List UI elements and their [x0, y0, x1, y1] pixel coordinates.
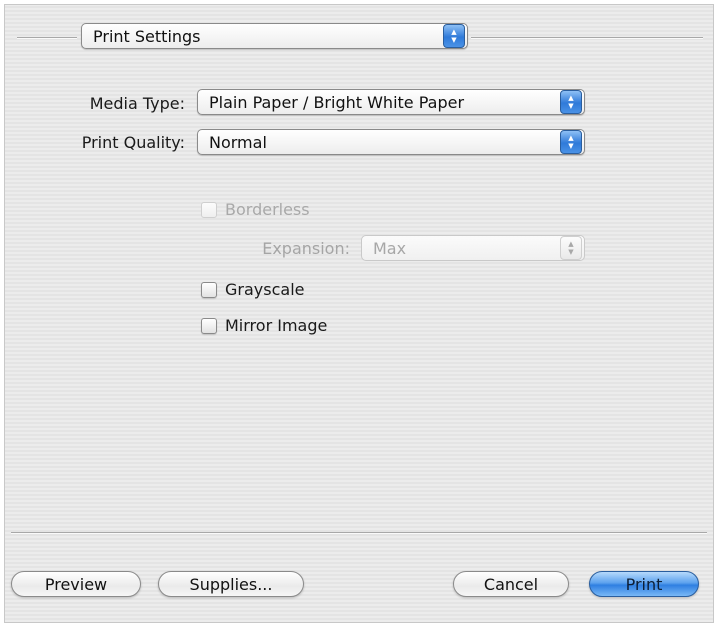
header-divider-right — [471, 37, 703, 39]
grayscale-label: Grayscale — [225, 280, 305, 299]
cancel-button[interactable]: Cancel — [453, 571, 569, 597]
section-popup-value: Print Settings — [93, 26, 201, 46]
media-type-value: Plain Paper / Bright White Paper — [209, 92, 465, 112]
supplies-button[interactable]: Supplies... — [158, 571, 304, 597]
popup-arrows-icon: ▲ ▼ — [560, 130, 582, 154]
popup-arrows-icon: ▲ ▼ — [560, 90, 582, 114]
media-type-label: Media Type: — [89, 94, 185, 113]
borderless-option[interactable]: Borderless — [201, 200, 310, 219]
mirror-image-label: Mirror Image — [225, 316, 328, 335]
mirror-image-checkbox[interactable] — [201, 317, 217, 334]
borderless-label: Borderless — [225, 200, 310, 219]
print-quality-label: Print Quality: — [81, 133, 185, 152]
preview-button[interactable]: Preview — [11, 571, 141, 597]
mirror-image-option[interactable]: Mirror Image — [201, 316, 327, 335]
print-button[interactable]: Print — [589, 571, 699, 597]
print-dialog-panel: Print Settings ▲ ▼ Media Type: Plain Pape… — [4, 4, 714, 623]
footer-divider — [11, 532, 707, 534]
expansion-label: Expansion: — [262, 239, 350, 258]
header-divider-left — [17, 37, 77, 39]
popup-arrows-icon: ▲ ▼ — [443, 24, 465, 48]
print-quality-popup[interactable]: Normal ▲ ▼ — [197, 129, 585, 155]
print-quality-value: Normal — [209, 132, 267, 152]
borderless-checkbox[interactable] — [201, 201, 217, 218]
expansion-popup[interactable]: Max ▲ ▼ — [361, 235, 585, 261]
popup-arrows-icon: ▲ ▼ — [560, 236, 582, 260]
grayscale-checkbox[interactable] — [201, 281, 217, 298]
expansion-value: Max — [373, 238, 407, 258]
media-type-popup[interactable]: Plain Paper / Bright White Paper ▲ ▼ — [197, 89, 585, 115]
section-popup[interactable]: Print Settings ▲ ▼ — [81, 23, 468, 49]
grayscale-option[interactable]: Grayscale — [201, 280, 304, 299]
